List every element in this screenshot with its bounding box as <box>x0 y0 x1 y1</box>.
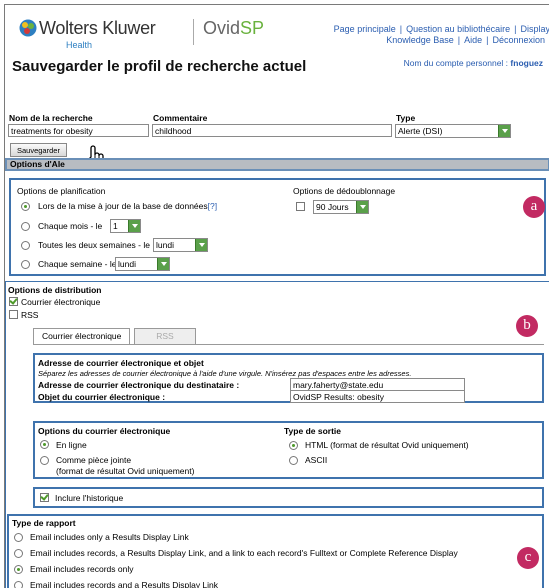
email-attachment-note: (format de résultat Ovid uniquement) <box>56 466 195 476</box>
report-option-1-label: Email includes only a Results Display Li… <box>30 532 189 542</box>
brand-sub: Health <box>66 40 93 50</box>
chevron-down-icon <box>157 258 169 270</box>
schedule-biweekly-radio[interactable] <box>21 241 30 250</box>
schedule-monthly-radio[interactable] <box>21 222 30 231</box>
dedup-select[interactable]: 90 Jours <box>313 200 369 214</box>
nav-display-link[interactable]: Display <box>520 24 549 34</box>
email-attachment-label: Comme pièce jointe <box>56 455 132 465</box>
account-name[interactable]: fnoguez <box>510 58 543 68</box>
include-history-checkbox[interactable] <box>40 493 49 502</box>
nav-knowledge-base-link[interactable]: Knowledge Base <box>386 35 454 45</box>
header: Wolters Kluwer Health OvidSP Page princi… <box>5 5 549 55</box>
save-button[interactable]: Sauvegarder <box>10 143 67 157</box>
weekly-day-select[interactable]: lundi <box>115 257 170 271</box>
address-title: Adresse de courrier électronique et obje… <box>38 358 204 368</box>
output-ascii-label: ASCII <box>305 455 328 465</box>
email-checkbox-label: Courrier électronique <box>21 297 101 307</box>
email-online-label: En ligne <box>56 440 87 450</box>
chevron-down-icon <box>128 220 140 232</box>
top-nav: Page principale | Question au bibliothécai… <box>333 24 549 34</box>
tab-email[interactable]: Courrier électronique <box>33 328 131 344</box>
report-type-panel: Type de rapport Email includes only a Re… <box>7 514 544 588</box>
email-options-panel: Options du courrier électronique Type de… <box>33 421 544 479</box>
scheduling-options-panel: Options de planification Options de dédo… <box>9 178 546 276</box>
scheduling-title: Options de planification <box>17 186 106 196</box>
schedule-on-update-label: Lors de la mise à jour de la base de don… <box>38 201 218 211</box>
comment-label: Commentaire <box>153 113 208 123</box>
nav-ask-librarian-link[interactable]: Question au bibliothécaire <box>406 24 510 34</box>
dedup-checkbox[interactable] <box>296 202 305 211</box>
nav-home-link[interactable]: Page principale <box>334 24 396 34</box>
subject-input[interactable]: OvidSP Results: obesity <box>290 390 465 403</box>
recipient-label: Adresse de courrier électronique du dest… <box>38 380 240 390</box>
chevron-down-icon <box>356 201 368 213</box>
product-logo: OvidSP <box>203 18 265 38</box>
type-label: Type <box>396 113 416 123</box>
rss-checkbox[interactable] <box>9 310 18 319</box>
schedule-biweekly-label: Toutes les deux semaines - le <box>38 240 150 250</box>
marker-a: a <box>523 196 545 218</box>
report-option-4-radio[interactable] <box>14 581 23 588</box>
search-name-input[interactable]: treatments for obesity <box>8 124 149 137</box>
chevron-down-icon <box>195 239 207 251</box>
comment-input[interactable]: childhood <box>152 124 392 137</box>
include-history-panel: Inclure l'historique <box>33 487 544 508</box>
tab-divider <box>33 344 544 345</box>
report-option-3-radio[interactable] <box>14 565 23 574</box>
page-title: Sauvegarder le profil de recherche actue… <box>12 58 307 75</box>
email-online-radio[interactable] <box>40 440 49 449</box>
report-option-1-radio[interactable] <box>14 533 23 542</box>
wolters-kluwer-logo-icon <box>19 19 37 37</box>
subject-label: Objet du courrier électronique : <box>38 392 166 402</box>
address-note: Séparez les adresses de courrier électro… <box>38 369 412 378</box>
schedule-weekly-radio[interactable] <box>21 260 30 269</box>
report-type-title: Type de rapport <box>12 518 76 528</box>
marker-b: b <box>516 315 538 337</box>
dedup-title: Options de dédoublonnage <box>293 186 396 196</box>
chevron-down-icon <box>498 125 510 137</box>
include-history-label: Inclure l'historique <box>55 493 124 503</box>
schedule-weekly-label: Chaque semaine - le <box>38 259 117 269</box>
brand-name: Wolters Kluwer <box>39 18 156 38</box>
email-address-panel: Adresse de courrier électronique et obje… <box>33 353 544 403</box>
report-option-4-label: Email includes records and a Results Dis… <box>30 580 219 588</box>
monthly-day-select[interactable]: 1 <box>110 219 141 233</box>
alert-options-header: Options d'Ale <box>5 158 549 171</box>
schedule-on-update-radio[interactable] <box>21 202 30 211</box>
divider <box>193 19 194 45</box>
biweekly-day-select[interactable]: lundi <box>153 238 208 252</box>
nav-help-link[interactable]: Aide <box>464 35 482 45</box>
distribution-title: Options de distribution <box>8 285 102 295</box>
report-option-2-label: Email includes records, a Results Displa… <box>30 548 458 558</box>
app-window: Wolters Kluwer Health OvidSP Page princi… <box>4 4 549 588</box>
email-options-title: Options du courrier électronique <box>38 426 171 436</box>
nav-logout-link[interactable]: Déconnexion <box>492 35 545 45</box>
tab-rss[interactable]: RSS <box>134 328 196 344</box>
email-attachment-radio[interactable] <box>40 456 49 465</box>
rss-checkbox-label: RSS <box>21 310 39 320</box>
output-html-radio[interactable] <box>289 441 298 450</box>
distribution-panel: Options de distribution Courrier électro… <box>5 281 549 588</box>
schedule-monthly-label: Chaque mois - le <box>38 221 103 231</box>
type-select[interactable]: Alerte (DSI) <box>395 124 511 138</box>
output-type-title: Type de sortie <box>284 426 341 436</box>
email-checkbox[interactable] <box>9 297 18 306</box>
report-option-3-label: Email includes records only <box>30 564 134 574</box>
help-link[interactable]: [?] <box>208 201 217 211</box>
output-html-label: HTML (format de résultat Ovid uniquement… <box>305 440 469 450</box>
output-ascii-radio[interactable] <box>289 456 298 465</box>
top-nav-2: Knowledge Base | Aide | Déconnexion <box>386 35 545 45</box>
name-label: Nom de la recherche <box>9 113 93 123</box>
report-option-2-radio[interactable] <box>14 549 23 558</box>
marker-c: c <box>517 547 539 569</box>
account-info: Nom du compte personnel : fnoguez <box>403 58 543 68</box>
